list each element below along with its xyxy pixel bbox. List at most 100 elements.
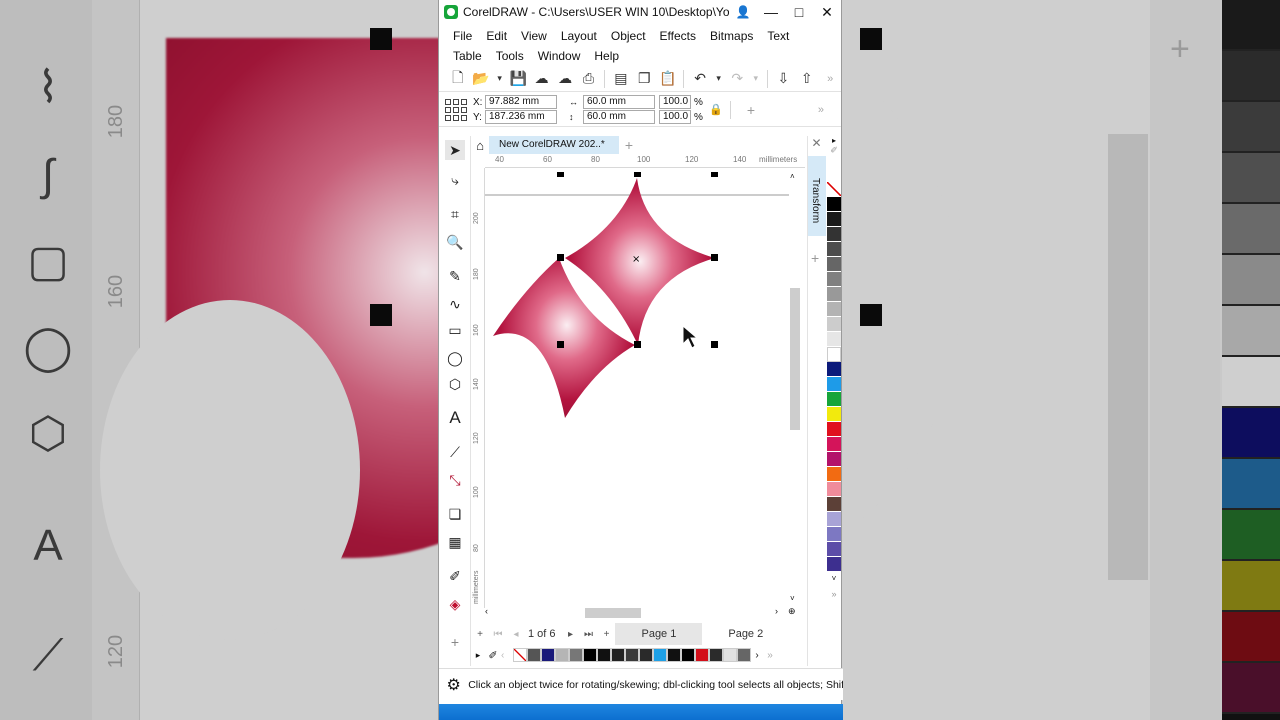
color-swatch[interactable]	[827, 467, 841, 482]
black-swatch[interactable]	[827, 197, 841, 212]
ellipse-tool-icon[interactable]: ◯	[445, 348, 465, 368]
document-tab[interactable]: New CorelDRAW 202..*	[489, 136, 619, 154]
selection-handle[interactable]	[557, 172, 564, 177]
color-swatch[interactable]	[827, 392, 841, 407]
no-color-swatch[interactable]	[827, 182, 841, 197]
close-button[interactable]: ✕	[813, 4, 841, 21]
color-swatch[interactable]	[597, 648, 611, 662]
menu-file[interactable]: File	[447, 26, 478, 46]
color-swatch[interactable]	[827, 302, 841, 317]
color-swatch[interactable]	[827, 332, 841, 347]
color-swatch[interactable]	[653, 648, 667, 662]
selection-handle[interactable]	[634, 172, 641, 177]
menu-text[interactable]: Text	[761, 26, 795, 46]
y-position-input[interactable]: 187.236 mm	[485, 110, 557, 124]
color-swatch[interactable]	[709, 648, 723, 662]
color-swatch[interactable]	[827, 452, 841, 467]
redo-dropdown-icon[interactable]: ▾	[750, 68, 762, 90]
color-swatch[interactable]	[827, 542, 841, 557]
cloud-upload-icon[interactable]: ☁	[554, 68, 575, 90]
color-swatch[interactable]	[695, 648, 709, 662]
add-docker-icon[interactable]: +	[811, 250, 819, 266]
redo-icon[interactable]: ↷	[727, 68, 748, 90]
no-color-swatch[interactable]	[513, 648, 527, 662]
save-icon[interactable]: 💾	[508, 68, 529, 90]
transparency-icon[interactable]: ▦	[445, 532, 465, 552]
drawing-canvas[interactable]: ×	[485, 168, 803, 608]
color-swatch[interactable]	[639, 648, 653, 662]
white-swatch[interactable]	[827, 347, 841, 362]
add-tool-icon[interactable]: +	[445, 632, 465, 652]
home-icon[interactable]: ⌂	[471, 138, 489, 153]
menu-view[interactable]: View	[515, 26, 553, 46]
color-swatch[interactable]	[827, 527, 841, 542]
add-page-after-icon[interactable]: +	[597, 629, 615, 640]
menu-layout[interactable]: Layout	[555, 26, 603, 46]
new-tab-icon[interactable]: +	[619, 137, 639, 153]
height-input[interactable]: 60.0 mm	[583, 110, 655, 124]
menu-help[interactable]: Help	[588, 46, 625, 66]
color-swatch[interactable]	[827, 497, 841, 512]
transform-docker-tab[interactable]: Transform	[808, 156, 826, 236]
zoom-fit-icon[interactable]: ⊕	[788, 606, 796, 617]
palette-down-icon[interactable]: ˅	[825, 574, 843, 583]
cut-icon[interactable]: ▤	[610, 68, 631, 90]
menu-window[interactable]: Window	[532, 46, 587, 66]
palette-eyedropper-icon[interactable]: ✐	[485, 649, 501, 662]
color-swatch[interactable]	[827, 287, 841, 302]
color-swatch[interactable]	[827, 272, 841, 287]
menu-table[interactable]: Table	[447, 46, 488, 66]
account-icon[interactable]: 👤	[729, 5, 757, 19]
color-swatch[interactable]	[681, 648, 695, 662]
color-swatch[interactable]	[827, 482, 841, 497]
x-position-input[interactable]: 97.882 mm	[485, 95, 557, 109]
color-swatch[interactable]	[827, 227, 841, 242]
reference-point-icon[interactable]	[445, 98, 467, 121]
color-swatch[interactable]	[827, 437, 841, 452]
palette-scroll-left-icon[interactable]: ‹	[501, 650, 513, 661]
cloud-download-icon[interactable]: ☁	[531, 68, 552, 90]
menu-object[interactable]: Object	[605, 26, 652, 46]
color-swatch[interactable]	[827, 257, 841, 272]
selection-handle[interactable]	[557, 254, 564, 261]
copy-icon[interactable]: ❐	[634, 68, 655, 90]
scroll-up-icon[interactable]: ˄	[790, 172, 795, 181]
eyedropper-icon[interactable]: ✐	[445, 566, 465, 586]
palette-expand-icon[interactable]: »	[825, 589, 843, 599]
scroll-left-icon[interactable]: ‹	[485, 606, 488, 616]
add-page-before-icon[interactable]: +	[471, 629, 489, 640]
color-swatch[interactable]	[827, 212, 841, 227]
color-swatch[interactable]	[827, 422, 841, 437]
print-icon[interactable]: ⎙	[578, 68, 599, 90]
next-page-icon[interactable]: ▸	[561, 629, 579, 640]
vertical-scrollbar[interactable]: ˄ ˅	[788, 172, 800, 604]
palette-expand-icon[interactable]: »	[763, 650, 777, 661]
color-swatch[interactable]	[667, 648, 681, 662]
connector-tool-icon[interactable]: ⤡	[445, 470, 465, 490]
selection-handle[interactable]	[711, 172, 718, 177]
menu-edit[interactable]: Edit	[480, 26, 513, 46]
crop-tool-icon[interactable]: ⌗	[445, 204, 465, 224]
new-document-icon[interactable]: 🗋	[447, 68, 468, 90]
polygon-tool-icon[interactable]: ⬡	[445, 374, 465, 394]
selection-handle[interactable]	[711, 341, 718, 348]
color-swatch[interactable]	[723, 648, 737, 662]
menu-tools[interactable]: Tools	[490, 46, 530, 66]
color-swatch[interactable]	[555, 648, 569, 662]
color-swatch[interactable]	[569, 648, 583, 662]
previous-page-icon[interactable]: ◂	[507, 629, 525, 640]
zoom-tool-icon[interactable]: 🔍	[445, 232, 465, 252]
scale-height-input[interactable]: 100.0	[659, 110, 691, 124]
maximize-button[interactable]: □	[785, 4, 813, 20]
shape-tool-icon[interactable]: ⤷	[445, 170, 465, 190]
add-property-icon[interactable]: +	[740, 99, 762, 121]
rectangle-tool-icon[interactable]: ▭	[445, 320, 465, 340]
toolbar-overflow-icon[interactable]: »	[819, 68, 840, 90]
minimize-button[interactable]: —	[757, 4, 785, 20]
undo-icon[interactable]: ↶	[689, 68, 710, 90]
open-dropdown-icon[interactable]: ▾	[494, 68, 506, 90]
first-page-icon[interactable]: ⏮	[489, 629, 507, 640]
color-swatch[interactable]	[827, 377, 841, 392]
interactive-fill-icon[interactable]: ◈	[445, 594, 465, 614]
color-swatch[interactable]	[737, 648, 751, 662]
